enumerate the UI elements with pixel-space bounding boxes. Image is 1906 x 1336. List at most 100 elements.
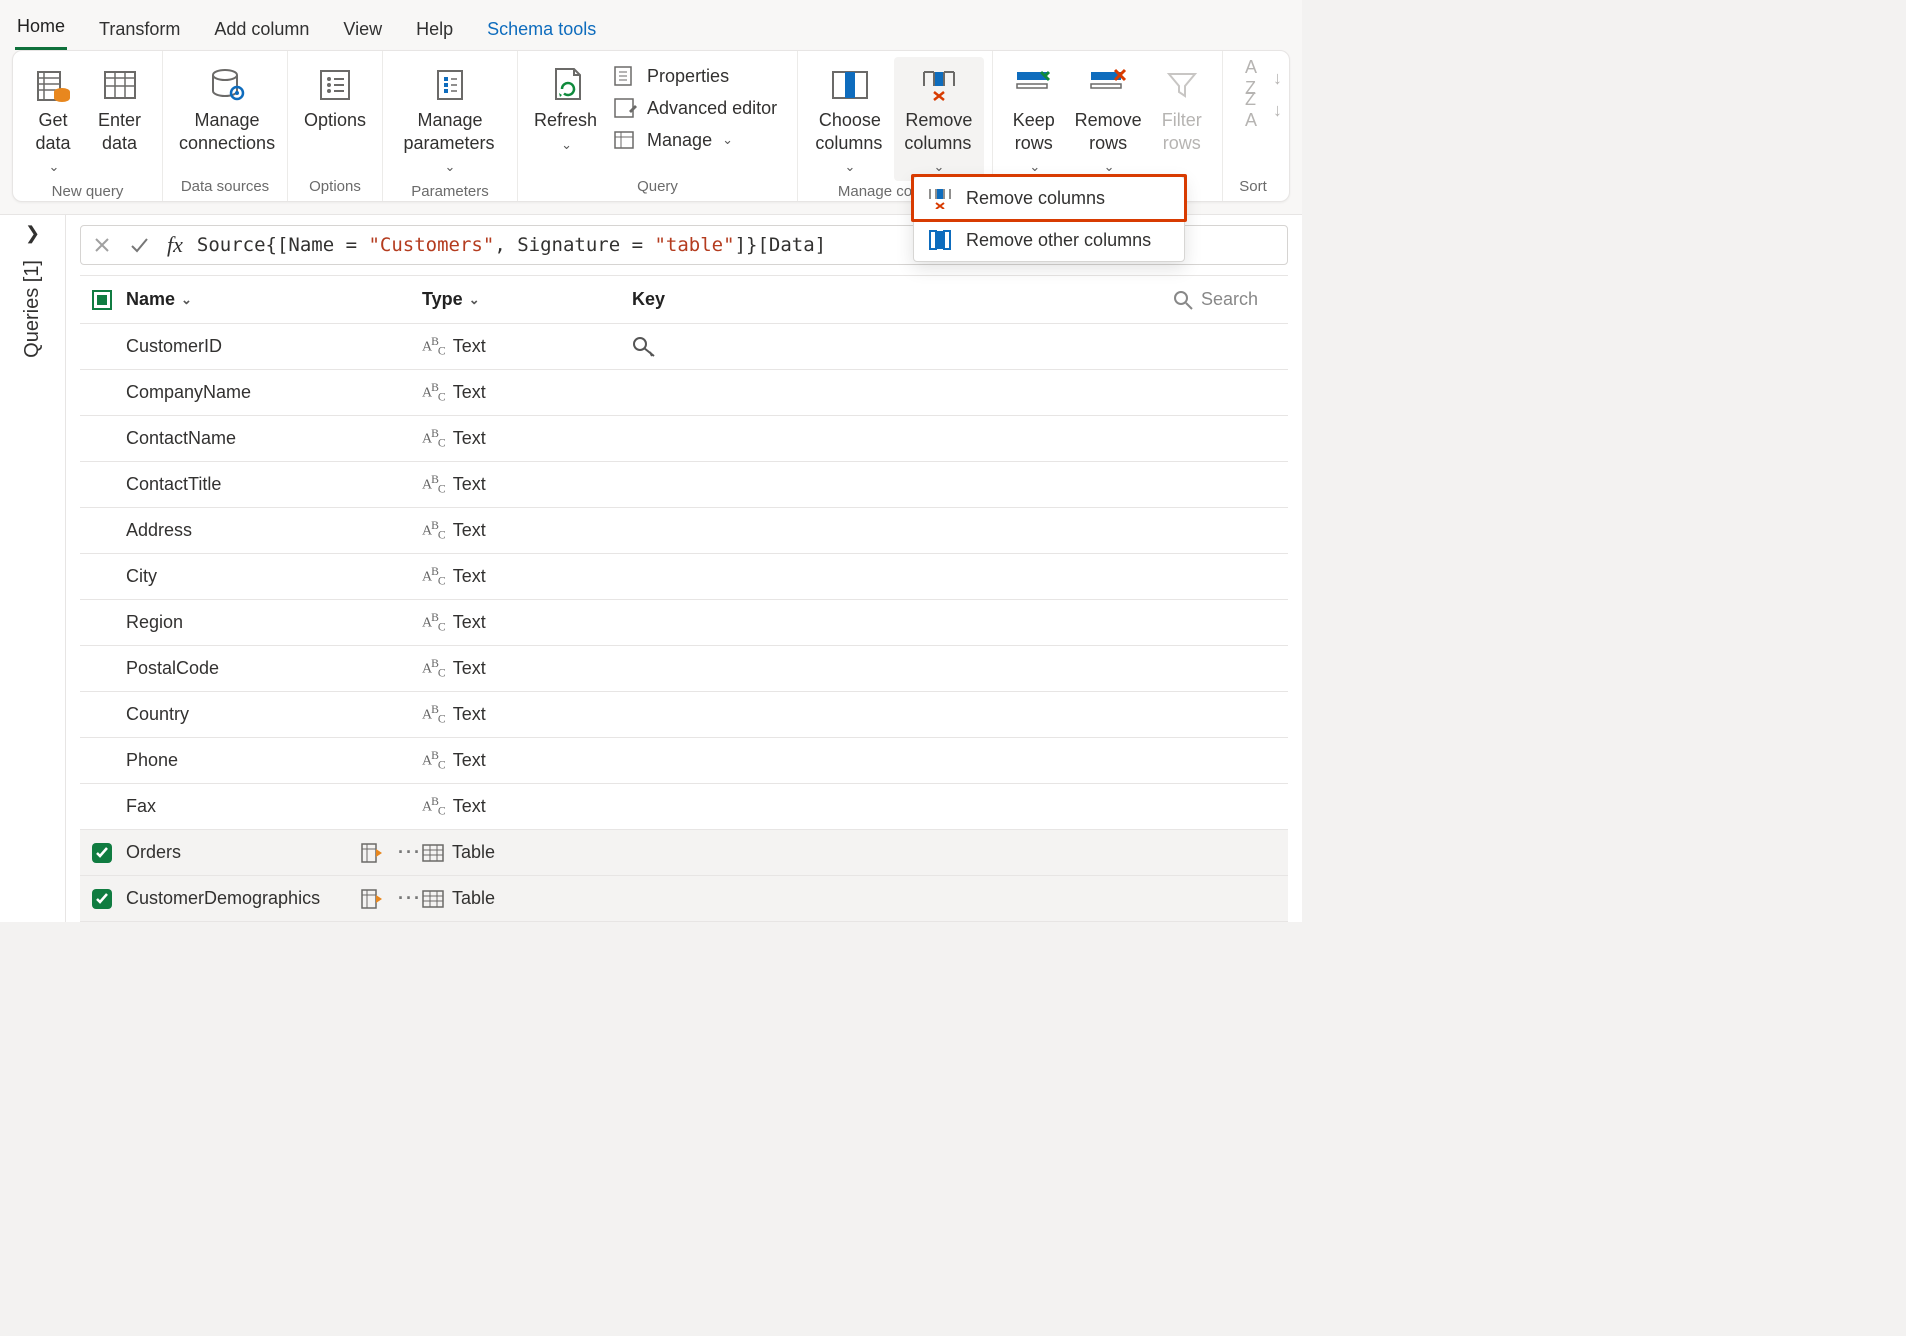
tab-transform[interactable]: Transform	[97, 13, 182, 50]
row-name: CustomerDemographics	[126, 888, 346, 909]
options-button[interactable]: Options	[296, 57, 374, 136]
type-text-icon: ABC	[422, 381, 445, 403]
manage-parameters-label: Manage parameters	[403, 110, 494, 153]
column-header-type[interactable]: Type⌄	[422, 289, 632, 310]
filter-rows-icon	[1158, 61, 1206, 109]
table-row[interactable]: Orders··· Table	[80, 830, 1288, 876]
choose-columns-button[interactable]: Choose columns ⌄	[806, 57, 894, 181]
column-header-name[interactable]: Name⌄	[126, 289, 192, 310]
row-type: Text	[453, 566, 486, 587]
keep-rows-button[interactable]: Keep rows⌄	[1001, 57, 1067, 181]
group-new-query-label: New query	[13, 181, 162, 203]
group-data-sources-label: Data sources	[163, 176, 287, 201]
group-query-label: Query	[518, 176, 797, 201]
row-checkbox[interactable]	[92, 843, 112, 863]
type-text-icon: ABC	[422, 335, 445, 357]
tab-help[interactable]: Help	[414, 13, 455, 50]
row-name: CustomerID	[126, 336, 222, 357]
formula-text-1: Source{[Name =	[197, 234, 369, 256]
column-header-key[interactable]: Key	[632, 289, 772, 310]
advanced-editor-icon	[611, 96, 639, 120]
tab-view[interactable]: View	[341, 13, 384, 50]
type-text-icon: ABC	[422, 749, 445, 771]
remove-rows-icon	[1084, 61, 1132, 109]
table-row[interactable]: ContactTitleABC Text	[80, 462, 1288, 508]
table-row[interactable]: PostalCodeABC Text	[80, 646, 1288, 692]
queries-expand-button[interactable]: ❯	[25, 223, 40, 244]
tab-schema-tools[interactable]: Schema tools	[485, 13, 598, 50]
type-table-icon	[422, 890, 444, 908]
table-row[interactable]: CustomerIDABC Text	[80, 324, 1288, 370]
table-row[interactable]: AddressABC Text	[80, 508, 1288, 554]
keep-rows-icon	[1010, 61, 1058, 109]
row-name: PostalCode	[126, 658, 219, 679]
row-more-icon[interactable]: ···	[398, 842, 422, 863]
table-row[interactable]: PhoneABC Text	[80, 738, 1288, 784]
refresh-button[interactable]: Refresh⌄	[526, 57, 605, 158]
row-name: ContactName	[126, 428, 236, 449]
filter-rows-button: Filter rows	[1150, 57, 1214, 158]
formula-text-4: "table"	[654, 234, 734, 256]
type-text-icon: ABC	[422, 795, 445, 817]
table-row[interactable]: ContactNameABC Text	[80, 416, 1288, 462]
type-text-icon: ABC	[422, 657, 445, 679]
manage-query-icon	[611, 128, 639, 152]
tab-home[interactable]: Home	[15, 10, 67, 50]
search-box[interactable]: Search	[1173, 289, 1288, 310]
row-name: Fax	[126, 796, 156, 817]
table-row[interactable]: RegionABC Text	[80, 600, 1288, 646]
menu-remove-other-columns-label: Remove other columns	[966, 230, 1151, 251]
select-all-icon[interactable]	[92, 290, 112, 310]
row-checkbox[interactable]	[92, 889, 112, 909]
get-data-icon	[29, 61, 77, 109]
row-type: Table	[452, 888, 495, 909]
remove-rows-button[interactable]: Remove rows⌄	[1067, 57, 1150, 181]
row-more-icon[interactable]: ···	[398, 888, 422, 909]
column-header-type-label: Type	[422, 289, 463, 310]
row-type: Text	[453, 520, 486, 541]
properties-button[interactable]: Properties	[605, 61, 787, 91]
sort-asc-icon: AZ	[1237, 66, 1265, 90]
type-table-icon	[422, 844, 444, 862]
menu-remove-columns[interactable]: Remove columns	[914, 177, 1184, 219]
formula-text-3: , Signature =	[494, 234, 654, 256]
queries-pane-label: Queries [1]	[21, 260, 44, 358]
remove-columns-button[interactable]: Remove columns ⌄	[894, 57, 984, 181]
formula-commit-button[interactable]	[125, 236, 153, 254]
group-options-label: Options	[288, 176, 382, 201]
tab-add-column[interactable]: Add column	[212, 13, 311, 50]
row-type: Text	[453, 704, 486, 725]
table-row[interactable]: CustomerDemographics ··· Table	[80, 876, 1288, 922]
manage-parameters-button[interactable]: Manage parameters ⌄	[391, 57, 509, 181]
get-data-button[interactable]: Get data⌄	[21, 57, 85, 181]
table-row[interactable]: CityABC Text	[80, 554, 1288, 600]
expand-icon[interactable]	[360, 842, 384, 864]
search-placeholder: Search	[1201, 289, 1258, 310]
row-name: Phone	[126, 750, 178, 771]
formula-input[interactable]: Source{[Name = "Customers", Signature = …	[197, 234, 826, 256]
table-row[interactable]: FaxABC Text	[80, 784, 1288, 830]
enter-data-label: Enter data	[98, 110, 141, 153]
expand-icon[interactable]	[360, 888, 384, 910]
remove-columns-menu: Remove columns Remove other columns	[913, 176, 1185, 262]
manage-query-button[interactable]: Manage ⌄	[605, 125, 787, 155]
refresh-icon	[542, 61, 590, 109]
table-row[interactable]: CountryABC Text	[80, 692, 1288, 738]
manage-connections-button[interactable]: Manage connections	[171, 57, 283, 158]
properties-icon	[611, 64, 639, 88]
search-icon	[1173, 290, 1193, 310]
group-parameters-label: Parameters	[383, 181, 517, 203]
schema-grid: Name⌄ Type⌄ Key Search CustomerID ABC Tex…	[80, 275, 1288, 922]
row-type: Text	[453, 474, 486, 495]
type-text-icon: ABC	[422, 703, 445, 725]
type-text-icon: ABC	[422, 565, 445, 587]
enter-data-button[interactable]: Enter data	[85, 57, 154, 158]
menu-remove-columns-label: Remove columns	[966, 188, 1105, 209]
remove-columns-menu-icon	[928, 187, 952, 209]
table-row[interactable]: CompanyNameABC Text	[80, 370, 1288, 416]
queries-pane: ❯ Queries [1]	[0, 215, 66, 922]
menu-remove-other-columns[interactable]: Remove other columns	[914, 219, 1184, 261]
remove-columns-label: Remove columns	[904, 110, 972, 153]
formula-cancel-button[interactable]	[89, 236, 115, 254]
advanced-editor-button[interactable]: Advanced editor	[605, 93, 787, 123]
